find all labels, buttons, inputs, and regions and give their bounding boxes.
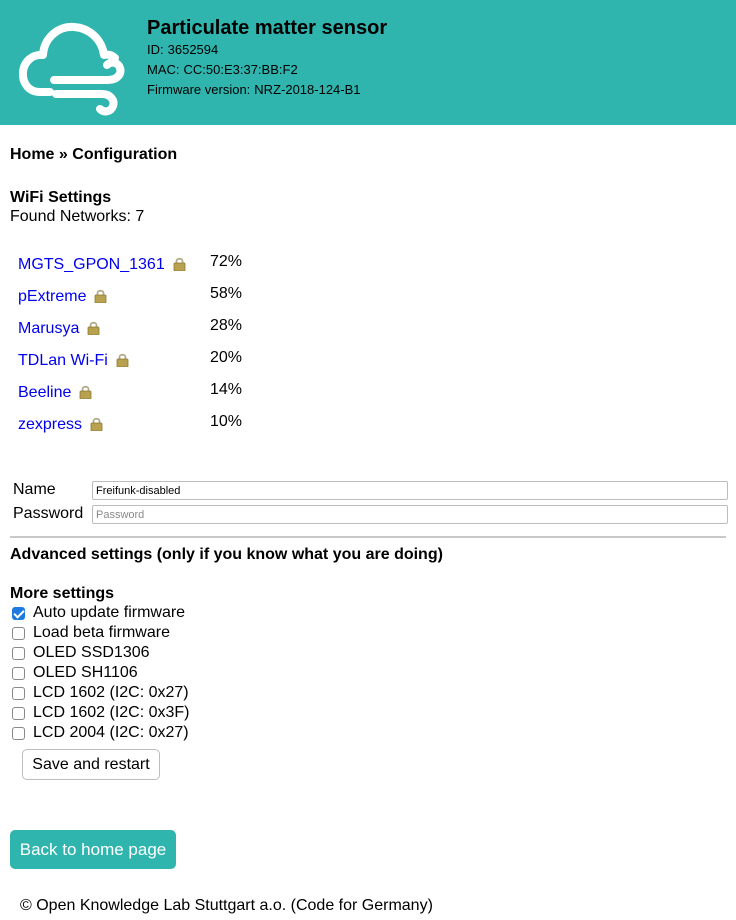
wifi-settings-heading: WiFi Settings [10, 189, 112, 206]
network-name-link[interactable]: Marusya [18, 320, 79, 337]
network-name-link[interactable]: pExtreme [18, 288, 86, 305]
device-id-value: 3652594 [167, 42, 219, 57]
setting-checkbox[interactable] [12, 727, 25, 740]
breadcrumb-separator: » [58, 146, 68, 163]
setting-checkbox[interactable] [12, 667, 25, 680]
network-signal: 72% [210, 253, 243, 270]
cloud-wind-icon [18, 22, 125, 116]
setting-checkbox[interactable] [12, 607, 25, 620]
found-networks-count: 7 [135, 208, 145, 225]
device-id-label: ID: [147, 42, 164, 57]
firmware-version-label: Firmware version: [147, 82, 251, 97]
more-settings-heading: More settings [10, 585, 115, 602]
setting-checkbox[interactable] [12, 647, 25, 660]
lock-icon [94, 288, 107, 308]
footer-copyright: © Open Knowledge Lab Stuttgart a.o. (Cod… [20, 897, 433, 914]
password-label: Password [13, 505, 84, 522]
setting-label: LCD 1602 (I2C: 0x3F) [33, 704, 190, 721]
network-signal: 28% [210, 317, 243, 334]
lock-icon [87, 320, 100, 340]
name-label: Name [13, 481, 56, 498]
found-networks: Found Networks: 7 [10, 208, 144, 226]
network-signal: 20% [210, 349, 243, 366]
lock-icon [90, 416, 103, 436]
setting-checkbox[interactable] [12, 687, 25, 700]
device-mac-label: MAC: [147, 62, 180, 77]
setting-label: Load beta firmware [33, 624, 170, 641]
setting-label: Auto update firmware [33, 604, 186, 621]
device-id: ID: 3652594 [147, 40, 387, 60]
breadcrumb-home-link[interactable]: Home [10, 146, 54, 163]
network-signal: 58% [210, 285, 243, 302]
device-mac: MAC: CC:50:E3:37:BB:F2 [147, 60, 387, 80]
lock-icon [173, 256, 186, 276]
network-name-link[interactable]: Beeline [18, 384, 71, 401]
found-networks-label: Found Networks: [10, 208, 131, 225]
setting-label: LCD 2004 (I2C: 0x27) [33, 724, 189, 741]
advanced-settings-heading: Advanced settings (only if you know what… [10, 546, 443, 563]
lock-icon [79, 384, 92, 404]
setting-label: LCD 1602 (I2C: 0x27) [33, 684, 189, 701]
back-to-home-button[interactable]: Back to home page [10, 830, 176, 869]
setting-checkbox[interactable] [12, 707, 25, 720]
network-item: pExtreme [18, 288, 107, 310]
page-title: Particulate matter sensor [147, 17, 388, 39]
device-info: Particulate matter sensor ID: 3652594 MAC… [147, 16, 387, 100]
breadcrumb-current: Configuration [72, 146, 178, 163]
firmware-version-value: NRZ-2018-124-B1 [254, 82, 361, 97]
setting-label: OLED SSD1306 [33, 644, 150, 661]
setting-checkbox[interactable] [12, 627, 25, 640]
network-item: TDLan Wi-Fi [18, 352, 129, 374]
header-banner: Particulate matter sensor ID: 3652594 MAC… [0, 0, 736, 125]
network-item: Marusya [18, 320, 100, 342]
lock-icon [116, 352, 129, 372]
network-name-link[interactable]: TDLan Wi-Fi [18, 352, 108, 369]
breadcrumb: Home » Configuration [10, 146, 177, 164]
network-item: MGTS_GPON_1361 [18, 256, 186, 278]
wifi-name-input[interactable] [92, 481, 728, 500]
firmware-version: Firmware version: NRZ-2018-124-B1 [147, 80, 387, 100]
network-name-link[interactable]: MGTS_GPON_1361 [18, 256, 165, 273]
network-item: Beeline [18, 384, 92, 406]
section-divider [10, 536, 726, 538]
setting-label: OLED SH1106 [33, 664, 138, 681]
device-mac-value: CC:50:E3:37:BB:F2 [183, 62, 298, 77]
network-item: zexpress [18, 416, 103, 438]
network-signal: 10% [210, 413, 243, 430]
save-and-restart-button[interactable]: Save and restart [22, 749, 160, 780]
wifi-password-input[interactable] [92, 505, 728, 524]
network-name-link[interactable]: zexpress [18, 416, 82, 433]
network-signal: 14% [210, 381, 243, 398]
